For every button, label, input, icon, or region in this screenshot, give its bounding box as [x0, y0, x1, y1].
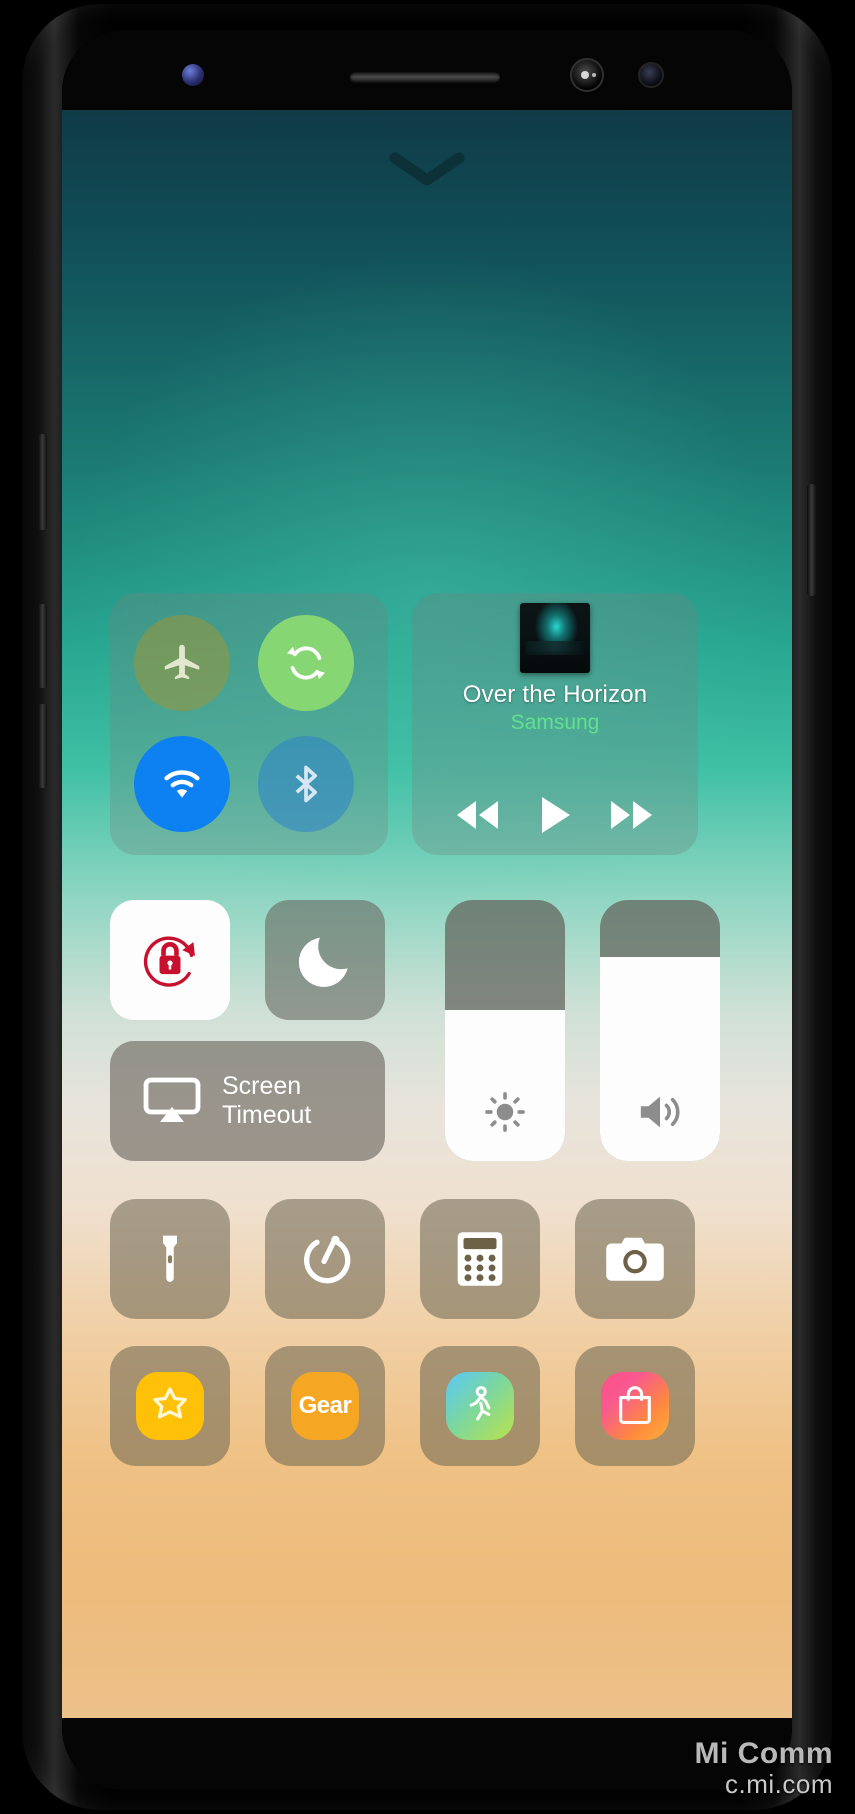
display: Over the Horizon Samsung Screen Timeout … — [62, 108, 792, 1720]
phone-body: Over the Horizon Samsung Screen Timeout … — [22, 4, 832, 1810]
airplane-icon — [164, 644, 200, 680]
watermark: Mi Comm c.mi.com — [694, 1736, 834, 1801]
phone-screen-area: Over the Horizon Samsung Screen Timeout … — [62, 30, 792, 1790]
screen-timeout-label-line1: Screen — [222, 1071, 302, 1100]
front-camera — [638, 62, 664, 88]
gear-icon-bg: Gear — [291, 1372, 359, 1440]
auto-sync-toggle[interactable] — [258, 615, 354, 711]
play-icon[interactable] — [533, 793, 577, 837]
health-person-icon — [469, 1386, 491, 1421]
brightness-slider-fill — [445, 1009, 565, 1161]
screenshot-stage: Over the Horizon Samsung Screen Timeout … — [0, 0, 855, 1814]
brightness-icon — [485, 1092, 525, 1132]
do-not-disturb-tile[interactable] — [265, 900, 385, 1020]
samsung-health-icon-bg — [446, 1372, 514, 1440]
media-controls — [412, 793, 698, 837]
wifi-icon — [164, 770, 200, 798]
moon-icon — [298, 937, 348, 987]
calculator-shortcut[interactable] — [420, 1199, 540, 1319]
wifi-toggle[interactable] — [134, 736, 230, 832]
earpiece-speaker — [350, 72, 500, 83]
volume-slider[interactable] — [600, 900, 720, 1161]
track-title: Over the Horizon — [462, 681, 648, 708]
camera-shortcut[interactable] — [575, 1199, 695, 1319]
connectivity-card — [110, 593, 388, 855]
galaxy-store-shortcut[interactable] — [575, 1346, 695, 1466]
bixby-button[interactable] — [38, 434, 47, 530]
volume-up-button[interactable] — [38, 704, 47, 788]
fast-forward-icon[interactable] — [606, 798, 658, 832]
control-center: Over the Horizon Samsung Screen Timeout … — [62, 108, 792, 1720]
track-artist: Samsung — [510, 711, 600, 734]
camera-icon — [606, 1237, 664, 1281]
calculator-icon — [457, 1232, 503, 1286]
screen-mirror-icon — [143, 1077, 201, 1122]
sync-icon — [287, 646, 325, 680]
iris-scanner — [570, 58, 604, 92]
volume-down-button[interactable] — [38, 604, 47, 688]
rotation-lock-icon — [143, 936, 195, 987]
samsung-health-shortcut[interactable] — [420, 1346, 540, 1466]
shopping-bag-icon — [619, 1386, 651, 1425]
flashlight-icon — [163, 1235, 177, 1282]
flower-icon — [153, 1387, 187, 1419]
screen-timeout-tile[interactable]: Screen Timeout — [110, 1041, 385, 1161]
galaxy-apps-shortcut[interactable] — [110, 1346, 230, 1466]
watermark-line2: c.mi.com — [725, 1769, 833, 1799]
flashlight-shortcut[interactable] — [110, 1199, 230, 1319]
galaxy-store-icon-bg — [601, 1372, 669, 1440]
screen-timeout-label: Screen Timeout — [222, 1072, 311, 1131]
volume-icon — [640, 1096, 680, 1128]
watermark-line1: Mi Comm — [694, 1736, 833, 1770]
gear-shortcut[interactable]: Gear — [265, 1346, 385, 1466]
brightness-slider[interactable] — [445, 900, 565, 1161]
rotation-lock-tile[interactable] — [110, 900, 230, 1020]
rewind-icon[interactable] — [452, 798, 504, 832]
led-indicator — [182, 64, 204, 86]
timer-shortcut[interactable] — [265, 1199, 385, 1319]
bluetooth-icon — [295, 765, 317, 803]
galaxy-apps-icon-bg — [136, 1372, 204, 1440]
screen-timeout-label-line2: Timeout — [222, 1101, 312, 1129]
timer-icon — [303, 1235, 351, 1284]
bluetooth-toggle[interactable] — [258, 736, 354, 832]
airplane-mode-toggle[interactable] — [134, 615, 230, 711]
top-bezel — [62, 30, 792, 110]
gear-text-icon: Gear — [298, 1392, 352, 1419]
media-card: Over the Horizon Samsung — [412, 593, 698, 855]
bottom-bezel — [62, 1718, 792, 1790]
album-artwork — [520, 603, 590, 673]
power-button[interactable] — [807, 484, 816, 596]
